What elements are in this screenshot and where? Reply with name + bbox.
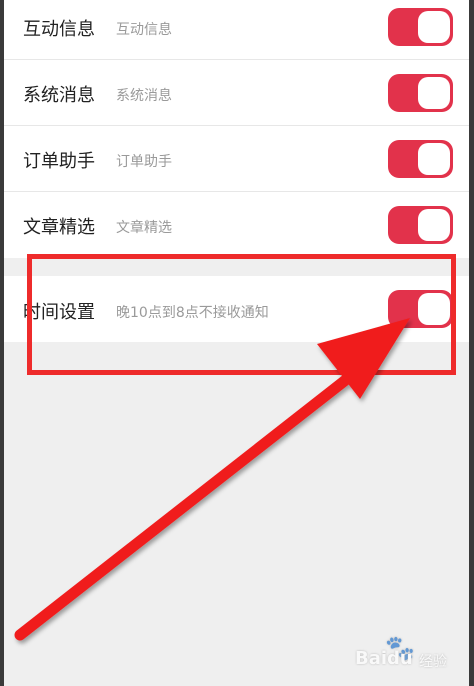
row-title: 互动信息 xyxy=(23,19,95,40)
row-title: 文章精选 xyxy=(23,217,95,238)
system-toggle[interactable] xyxy=(388,74,453,112)
watermark-sub: 经验 xyxy=(419,654,447,670)
row-description: 订单助手 xyxy=(116,154,172,170)
right-edge xyxy=(469,0,474,686)
watermark-brand: Baidu xyxy=(355,648,413,669)
list-item-interaction[interactable]: 互动信息 互动信息 xyxy=(4,0,469,60)
list-item-order[interactable]: 订单助手 订单助手 xyxy=(4,126,469,192)
row-description: 系统消息 xyxy=(116,88,172,104)
toggle-knob xyxy=(418,11,450,43)
notification-list: 互动信息 互动信息 系统消息 系统消息 订单助手 订单助手 文章精选 文章精选 xyxy=(4,0,469,258)
settings-screen: 互动信息 互动信息 系统消息 系统消息 订单助手 订单助手 文章精选 文章精选 … xyxy=(0,0,474,686)
row-description: 文章精选 xyxy=(116,220,172,236)
baidu-watermark: 🐾 Baidu 经验 xyxy=(355,634,470,674)
toggle-knob xyxy=(418,209,450,241)
interaction-toggle[interactable] xyxy=(388,8,453,46)
highlight-box xyxy=(27,254,456,375)
order-toggle[interactable] xyxy=(388,140,453,178)
row-title: 系统消息 xyxy=(23,85,95,106)
row-title: 订单助手 xyxy=(23,151,95,172)
list-item-system[interactable]: 系统消息 系统消息 xyxy=(4,60,469,126)
toggle-knob xyxy=(418,77,450,109)
list-item-articles[interactable]: 文章精选 文章精选 xyxy=(4,192,469,258)
articles-toggle[interactable] xyxy=(388,206,453,244)
row-description: 互动信息 xyxy=(116,22,172,38)
toggle-knob xyxy=(418,143,450,175)
